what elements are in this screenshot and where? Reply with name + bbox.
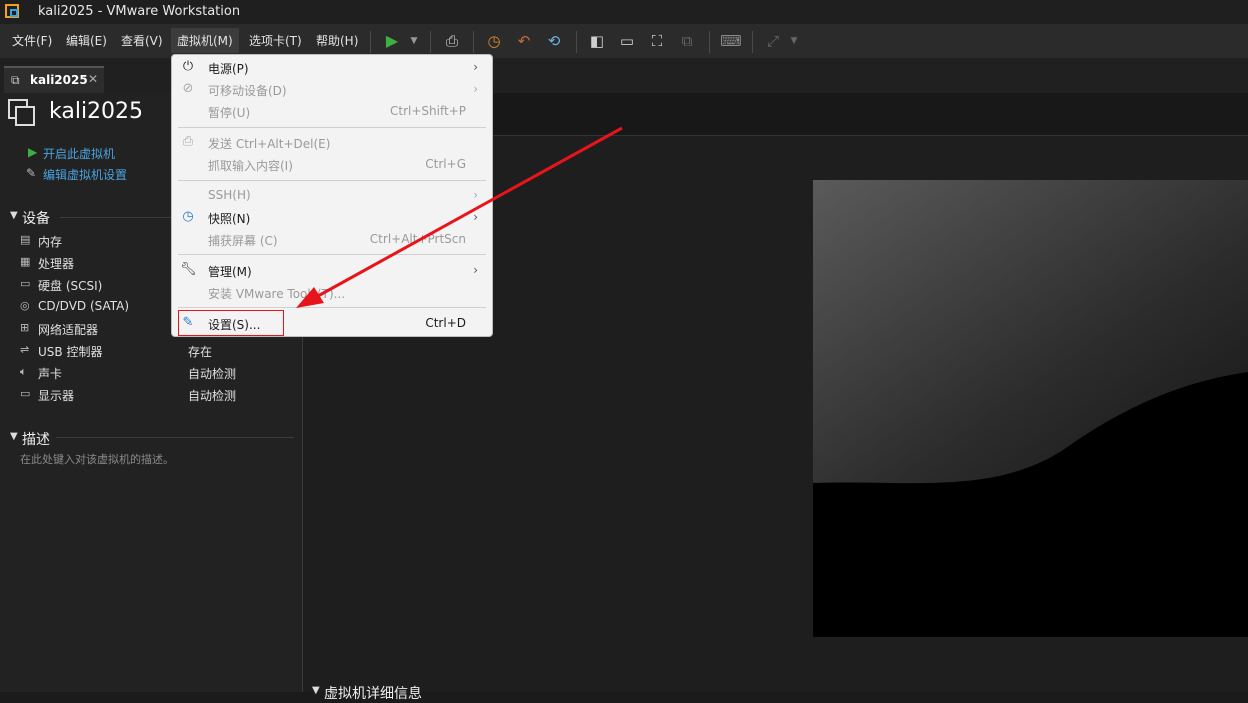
annotation-arrow: [296, 126, 623, 308]
